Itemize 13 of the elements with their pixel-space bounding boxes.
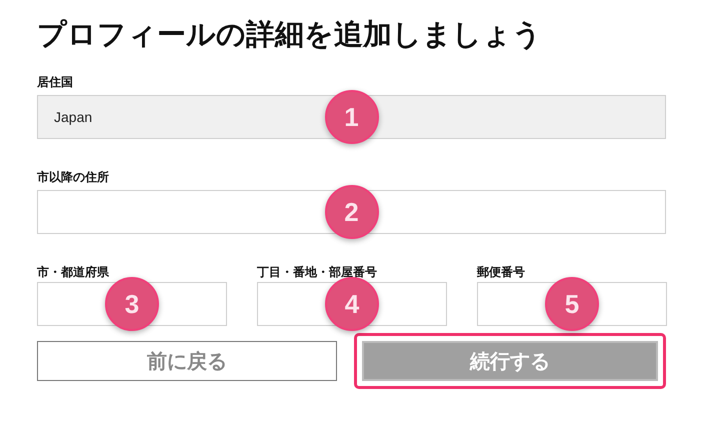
number-badge: 5 xyxy=(545,277,599,331)
field-label: 市・都道府県 xyxy=(37,264,110,280)
back-button[interactable]: 前に戻る xyxy=(37,341,337,381)
number-badge: 3 xyxy=(105,277,159,331)
field-label: 丁目・番地・部屋番号 xyxy=(257,264,378,280)
page-title: プロフィールの詳細を追加しましょう xyxy=(37,16,543,53)
field-label: 居住国 xyxy=(37,74,74,90)
number-badge: 4 xyxy=(325,277,379,331)
input-field[interactable] xyxy=(37,190,666,234)
number-badge: 1 xyxy=(324,90,378,144)
field-label: 市以降の住所 xyxy=(37,169,110,185)
number-badge: 2 xyxy=(324,185,378,239)
field-label: 郵便番号 xyxy=(477,264,526,280)
